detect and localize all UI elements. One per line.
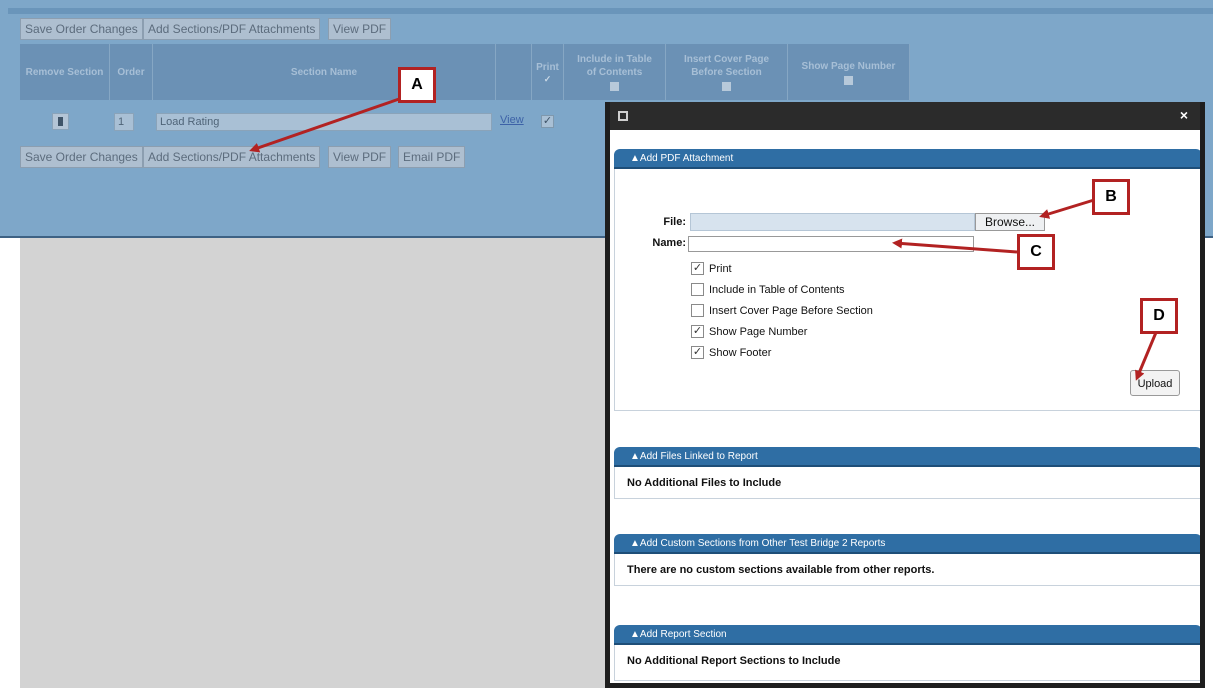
option-cover-page-checkbox[interactable] xyxy=(691,304,704,317)
option-cover-page-label: Insert Cover Page Before Section xyxy=(709,305,873,317)
callout-d: D xyxy=(1140,298,1178,334)
dialog-title-bar[interactable]: × xyxy=(610,102,1200,130)
print-all-checkbox[interactable]: ✓ xyxy=(544,74,552,84)
view-pdf-button-bottom[interactable]: View PDF xyxy=(328,146,392,168)
attachment-name-input[interactable] xyxy=(688,236,974,252)
header-label: Insert Cover Page xyxy=(683,54,770,65)
page-background xyxy=(20,236,610,688)
browse-button[interactable]: Browse... xyxy=(975,213,1045,231)
header-label: Remove Section xyxy=(25,66,104,78)
add-sections-pdf-button[interactable]: Add Sections/PDF Attachments xyxy=(143,18,321,40)
option-toc-label: Include in Table of Contents xyxy=(709,284,845,296)
section-name-input[interactable]: Load Rating xyxy=(156,113,492,131)
column-header-remove-section: Remove Section xyxy=(20,44,110,100)
section-header-files-linked[interactable]: ▲Add Files Linked to Report xyxy=(614,447,1200,467)
view-section-link[interactable]: View xyxy=(500,114,524,126)
option-footer-checkbox[interactable]: ✓ xyxy=(691,346,704,359)
toc-all-checkbox[interactable] xyxy=(610,82,619,91)
header-label: Section Name xyxy=(290,66,358,78)
custom-empty-message: There are no custom sections available f… xyxy=(627,564,935,576)
upload-button[interactable]: Upload xyxy=(1130,370,1180,396)
column-header-order: Order xyxy=(110,44,153,100)
callout-b: B xyxy=(1092,179,1130,215)
name-label: Name: xyxy=(652,237,686,249)
header-label: Order xyxy=(117,66,145,78)
header-label: Include in Table xyxy=(577,54,652,65)
header-label: Print xyxy=(536,61,559,73)
report-empty-message: No Additional Report Sections to Include xyxy=(627,655,841,667)
option-toc-checkbox[interactable] xyxy=(691,283,704,296)
email-pdf-button[interactable]: Email PDF xyxy=(398,146,466,168)
column-header-cover-page: Insert Cover Page Before Section xyxy=(666,44,788,100)
header-label: of Contents xyxy=(586,67,643,78)
option-print-checkbox[interactable]: ✓ xyxy=(691,262,704,275)
view-pdf-button[interactable]: View PDF xyxy=(328,18,392,40)
option-page-number-label: Show Page Number xyxy=(709,326,808,338)
section-header-add-pdf[interactable]: ▲Add PDF Attachment xyxy=(614,149,1200,169)
section-body-report-section: No Additional Report Sections to Include xyxy=(614,645,1200,681)
file-path-field[interactable] xyxy=(690,213,975,231)
section-body-files-linked: No Additional Files to Include xyxy=(614,467,1200,499)
save-order-changes-button-bottom[interactable]: Save Order Changes xyxy=(20,146,143,168)
header-label: Before Section xyxy=(691,67,762,78)
file-label: File: xyxy=(663,216,686,228)
add-sections-pdf-button-bottom[interactable]: Add Sections/PDF Attachments xyxy=(143,146,321,168)
header-label: Show Page Number xyxy=(801,60,896,72)
callout-c: C xyxy=(1017,234,1055,270)
row-print-checkbox[interactable]: ✓ xyxy=(541,115,554,128)
column-header-view xyxy=(496,44,532,100)
window-icon xyxy=(618,111,628,121)
save-order-changes-button[interactable]: Save Order Changes xyxy=(20,18,143,40)
option-page-number-checkbox[interactable]: ✓ xyxy=(691,325,704,338)
section-header-report-section[interactable]: ▲Add Report Section xyxy=(614,625,1200,645)
trash-icon[interactable] xyxy=(52,113,69,130)
order-input[interactable]: 1 xyxy=(114,113,134,131)
close-icon[interactable]: × xyxy=(1180,107,1188,123)
cover-all-checkbox[interactable] xyxy=(722,82,731,91)
option-footer-label: Show Footer xyxy=(709,347,772,359)
column-header-page-number: Show Page Number xyxy=(788,44,910,100)
column-header-print: Print ✓ xyxy=(532,44,564,100)
panel-top-strip xyxy=(8,8,1213,14)
column-header-include-toc: Include in Table of Contents xyxy=(564,44,666,100)
column-header-section-name: Section Name xyxy=(153,44,496,100)
page-number-all-checkbox[interactable] xyxy=(844,75,853,85)
section-header-custom-sections[interactable]: ▲Add Custom Sections from Other Test Bri… xyxy=(614,534,1200,554)
section-body-custom-sections: There are no custom sections available f… xyxy=(614,554,1200,586)
callout-a: A xyxy=(398,67,436,103)
files-empty-message: No Additional Files to Include xyxy=(627,477,782,489)
option-print-label: Print xyxy=(709,263,732,275)
